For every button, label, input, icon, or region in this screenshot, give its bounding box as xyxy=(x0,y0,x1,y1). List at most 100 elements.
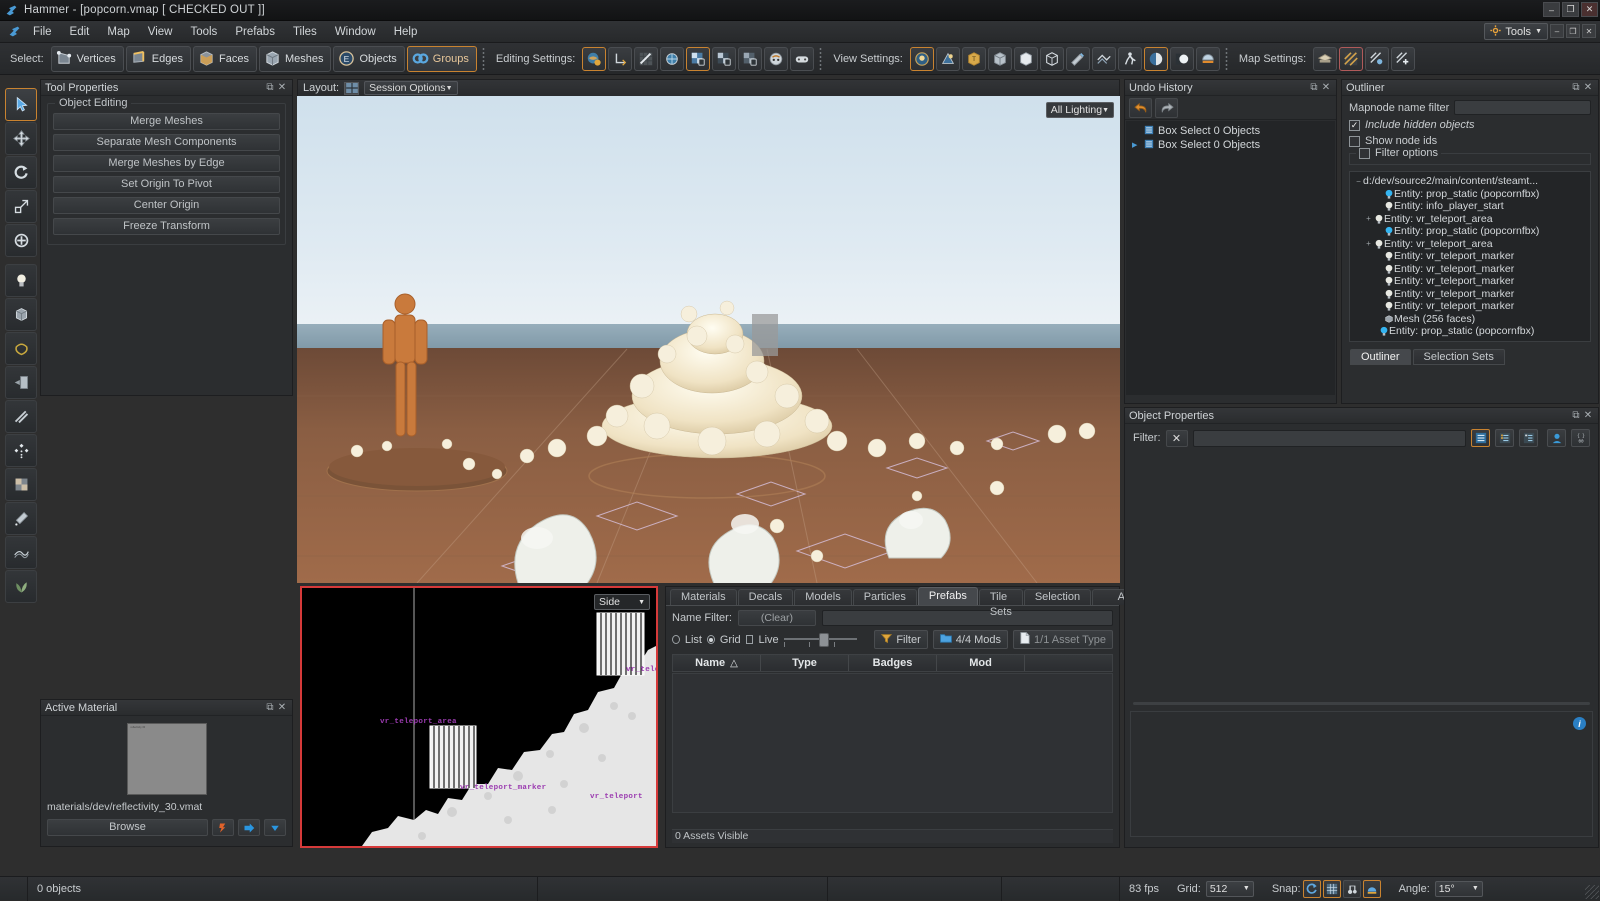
snap-rotate-icon[interactable] xyxy=(1303,880,1321,898)
tree-row[interactable]: Entity: vr_teleport_marker xyxy=(1350,288,1590,301)
column-header-type[interactable]: Type xyxy=(761,655,849,671)
model-display-icon[interactable]: T xyxy=(962,47,986,71)
pick-material-icon[interactable] xyxy=(238,819,260,836)
live-checkbox[interactable] xyxy=(746,635,754,644)
wireframe-icon[interactable] xyxy=(1040,47,1064,71)
player-clip-icon[interactable] xyxy=(1118,47,1142,71)
menu-edit[interactable]: Edit xyxy=(61,23,99,41)
hatch-add-icon[interactable] xyxy=(1391,47,1415,71)
include-hidden-row[interactable]: ✓ Include hidden objects xyxy=(1342,115,1598,131)
list-view-icon[interactable] xyxy=(1471,429,1490,447)
texture-tool-button[interactable] xyxy=(5,468,37,501)
snap-grid-icon[interactable] xyxy=(1323,880,1341,898)
column-header-name[interactable]: Name △ xyxy=(673,655,761,671)
tree-row[interactable]: + Entity: vr_teleport_area xyxy=(1350,238,1590,251)
texture-lock-icon[interactable] xyxy=(582,47,606,71)
resize-grip[interactable] xyxy=(1585,885,1599,899)
expander-icon[interactable]: + xyxy=(1364,239,1373,248)
float-panel-icon[interactable]: ⧉ xyxy=(264,82,276,93)
snap-vertex-icon[interactable] xyxy=(1343,880,1361,898)
close-panel-icon[interactable]: ✕ xyxy=(1320,82,1332,93)
pivot-tool-button[interactable] xyxy=(5,224,37,257)
world-align-icon[interactable] xyxy=(660,47,684,71)
freeze-transform-button[interactable]: Freeze Transform xyxy=(53,218,280,235)
show-node-ids-checkbox[interactable] xyxy=(1349,136,1360,147)
tree-row[interactable]: Entity: vr_teleport_marker xyxy=(1350,300,1590,313)
merge-meshes-button[interactable]: Merge Meshes xyxy=(53,113,280,130)
close-panel-icon[interactable]: ✕ xyxy=(276,702,288,713)
axis-lock-icon[interactable] xyxy=(608,47,632,71)
mdi-restore-button[interactable]: ❐ xyxy=(1566,24,1580,38)
tree-row[interactable]: − d:/dev/source2/main/content/steamt... xyxy=(1350,175,1590,188)
select-vertices-button[interactable]: Vertices xyxy=(51,46,124,72)
displacement-tool-button[interactable] xyxy=(5,536,37,569)
grid-size-dropdown[interactable]: 512 ▼ xyxy=(1206,881,1254,897)
include-hidden-checkbox[interactable]: ✓ xyxy=(1349,120,1360,131)
grid-display-icon[interactable] xyxy=(988,47,1012,71)
select-groups-button[interactable]: Groups xyxy=(407,46,477,72)
solid-display-icon[interactable] xyxy=(1014,47,1038,71)
tools-dropdown-button[interactable]: Tools ▼ xyxy=(1484,23,1548,40)
tab-tile-sets[interactable]: Tile Sets xyxy=(979,589,1023,605)
close-panel-icon[interactable]: ✕ xyxy=(1582,410,1594,421)
tab-materials[interactable]: Materials xyxy=(670,589,737,605)
path-tool-button[interactable] xyxy=(5,332,37,365)
select-edges-button[interactable]: Edges xyxy=(126,46,191,72)
mdi-close-button[interactable]: ✕ xyxy=(1582,24,1596,38)
session-options-dropdown[interactable]: Session Options ▼ xyxy=(364,81,457,95)
material-menu-icon[interactable] xyxy=(264,819,286,836)
mods-filter-button[interactable]: 4/4 Mods xyxy=(933,630,1008,649)
map-props-icon[interactable] xyxy=(1313,47,1337,71)
select-tool-button[interactable] xyxy=(5,88,37,121)
paint-tool-button[interactable] xyxy=(5,502,37,535)
menu-tools[interactable]: Tools xyxy=(181,23,226,41)
menu-help[interactable]: Help xyxy=(385,23,427,41)
block-tool-button[interactable] xyxy=(5,298,37,331)
texture-shift-lock-icon[interactable] xyxy=(712,47,736,71)
outliner-tree[interactable]: − d:/dev/source2/main/content/steamt... … xyxy=(1349,171,1591,342)
menu-window[interactable]: Window xyxy=(326,23,385,41)
close-button[interactable]: ✕ xyxy=(1581,2,1598,17)
asset-name-filter-input[interactable] xyxy=(822,610,1113,626)
menu-view[interactable]: View xyxy=(139,23,182,41)
mapnode-filter-input[interactable] xyxy=(1454,100,1591,115)
expander-icon[interactable]: − xyxy=(1354,177,1363,186)
tab-selection[interactable]: Selection xyxy=(1024,589,1091,605)
clip-tool-button[interactable] xyxy=(5,366,37,399)
browse-material-button[interactable]: Browse xyxy=(47,819,208,836)
redo-arrow-icon[interactable] xyxy=(1155,98,1178,118)
apply-material-icon[interactable] xyxy=(212,819,234,836)
show-node-ids-row[interactable]: Show node ids xyxy=(1342,131,1598,147)
viewport-2d-side[interactable]: Side ▼ vr_teleport_area vr_teleport_mark… xyxy=(300,586,658,848)
set-origin-to-pivot-button[interactable]: Set Origin To Pivot xyxy=(53,176,280,193)
foliage-tool-button[interactable] xyxy=(5,570,37,603)
grid-view-radio[interactable] xyxy=(707,635,715,644)
material-preview-thumbnail[interactable]: reflectivity 30 xyxy=(127,723,207,795)
snap-surface-icon[interactable] xyxy=(1363,880,1381,898)
entity-tool-button[interactable] xyxy=(5,264,37,297)
tab-outliner[interactable]: Outliner xyxy=(1350,349,1411,365)
mdi-minimize-button[interactable]: – xyxy=(1550,24,1564,38)
texture-scale-lock-icon[interactable] xyxy=(686,47,710,71)
tree-row[interactable]: Entity: vr_teleport_marker xyxy=(1350,250,1590,263)
center-origin-button[interactable]: Center Origin xyxy=(53,197,280,214)
group-view-icon[interactable] xyxy=(1495,429,1514,447)
object-properties-content[interactable] xyxy=(1130,454,1593,702)
menu-tiles[interactable]: Tiles xyxy=(284,23,326,41)
snap-magnet-icon[interactable] xyxy=(634,47,658,71)
menu-map[interactable]: Map xyxy=(98,23,138,41)
asset-type-filter-button[interactable]: 1/1 Asset Type xyxy=(1013,630,1113,649)
thumbnail-size-slider[interactable] xyxy=(784,633,858,647)
expander-icon[interactable]: + xyxy=(1364,214,1373,223)
float-panel-icon[interactable]: ⧉ xyxy=(1570,410,1582,421)
viewport-2d-view-dropdown[interactable]: Side ▼ xyxy=(594,594,650,610)
helper-icon[interactable] xyxy=(1092,47,1116,71)
column-header-badges[interactable]: Badges xyxy=(849,655,937,671)
lighting-preview-icon[interactable] xyxy=(910,47,934,71)
tab-particles[interactable]: Particles xyxy=(853,589,917,605)
menu-file[interactable]: File xyxy=(24,23,61,41)
undo-arrow-icon[interactable] xyxy=(1129,98,1152,118)
column-header-mod[interactable]: Mod xyxy=(937,655,1025,671)
tree-row[interactable]: Entity: info_player_start xyxy=(1350,200,1590,213)
undo-history-list[interactable]: Box Select 0 Objects ▶ Box Select 0 Obje… xyxy=(1126,121,1335,395)
